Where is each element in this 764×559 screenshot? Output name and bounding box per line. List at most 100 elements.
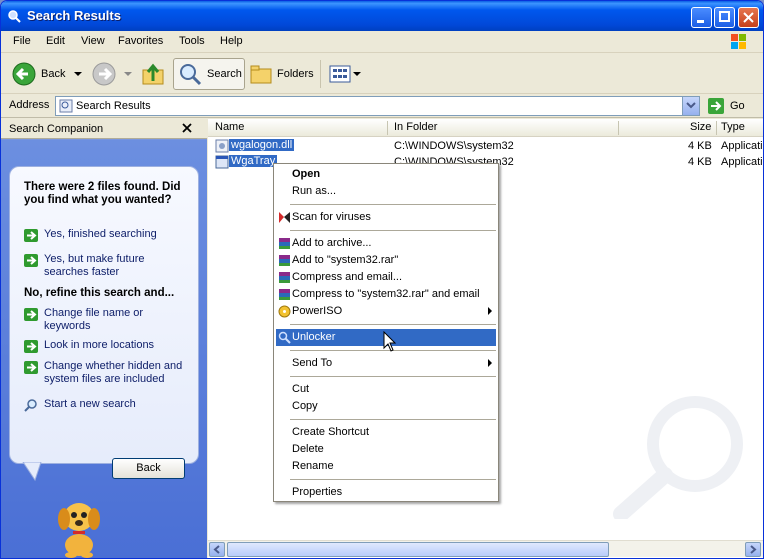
menu-item-rename[interactable]: Rename [276, 458, 496, 475]
file-type: Applicati [721, 140, 763, 152]
column-separator[interactable] [716, 121, 717, 135]
chevron-left-icon [213, 545, 220, 554]
bubble-tail [22, 462, 42, 482]
views-button[interactable] [328, 58, 362, 90]
menu-item-label: Unlocker [292, 331, 336, 343]
menu-file[interactable]: File [13, 35, 31, 47]
up-folder-button[interactable] [141, 58, 165, 90]
horizontal-scrollbar[interactable] [208, 540, 763, 557]
menu-favorites[interactable]: Favorites [118, 35, 163, 47]
menu-item-label: Delete [292, 443, 324, 455]
menu-item-label: Create Shortcut [292, 426, 370, 438]
maximize-button[interactable] [714, 7, 735, 28]
menu-tools[interactable]: Tools [179, 35, 205, 47]
menu-item-label: PowerISO [292, 305, 343, 317]
address-value: Search Results [76, 100, 151, 112]
menu-separator [290, 419, 496, 420]
menu-item-cut[interactable]: Cut [276, 381, 496, 398]
menu-item-add-rar[interactable]: Add to "system32.rar" [276, 252, 496, 269]
column-type[interactable]: Type [721, 121, 745, 133]
menu-edit[interactable]: Edit [46, 35, 65, 47]
menu-item-send-to[interactable]: Send To [276, 355, 496, 372]
close-icon [743, 12, 754, 23]
menu-item-run-as[interactable]: Run as... [276, 183, 496, 200]
companion-body: There were 2 files found. Did you find w… [1, 140, 207, 558]
menu-separator [290, 324, 496, 325]
unlocker-icon [278, 331, 291, 344]
menu-item-compress-email[interactable]: Compress and email... [276, 269, 496, 286]
folders-button[interactable]: Folders [249, 58, 314, 90]
menu-bar: File Edit View Favorites Tools Help [1, 31, 763, 53]
address-field[interactable]: Search Results [55, 96, 700, 116]
chevron-down-icon[interactable] [71, 69, 85, 79]
forward-button[interactable] [91, 58, 135, 90]
column-separator[interactable] [618, 121, 619, 135]
option-finished-searching[interactable]: Yes, finished searching [24, 228, 189, 242]
submenu-arrow-icon [488, 359, 492, 367]
green-arrow-icon [24, 229, 38, 242]
menu-item-compress-rar-email[interactable]: Compress to "system32.rar" and email [276, 286, 496, 303]
forward-arrow-icon [92, 62, 116, 86]
option-more-locations[interactable]: Look in more locations [24, 339, 189, 353]
menu-item-properties[interactable]: Properties [276, 484, 496, 501]
explorer-window: Search Results File Edit View Favorites … [0, 0, 764, 559]
address-dropdown-button[interactable] [682, 97, 699, 115]
menu-item-add-archive[interactable]: Add to archive... [276, 235, 496, 252]
title-bar[interactable]: Search Results [1, 1, 763, 31]
search-button[interactable]: Search [173, 58, 245, 90]
column-size[interactable]: Size [690, 121, 711, 133]
menu-separator [290, 204, 496, 205]
winrar-icon [279, 289, 290, 300]
option-change-filename[interactable]: Change file name or keywords [24, 307, 189, 333]
address-bar: Address Search Results Go [1, 95, 763, 118]
menu-item-label: Copy [292, 400, 318, 412]
file-name: wgalogon.dll [229, 139, 295, 151]
menu-item-create-shortcut[interactable]: Create Shortcut [276, 424, 496, 441]
companion-header: Search Companion [1, 119, 207, 139]
green-arrow-icon [24, 340, 38, 353]
column-in-folder[interactable]: In Folder [394, 121, 437, 133]
menu-item-label: Cut [292, 383, 310, 395]
up-folder-icon [142, 63, 164, 85]
close-icon[interactable] [181, 122, 193, 134]
option-hidden-files[interactable]: Change whether hidden and system files a… [24, 360, 189, 386]
close-button[interactable] [738, 7, 759, 28]
scroll-right-button[interactable] [745, 542, 761, 557]
menu-item-poweriso[interactable]: PowerISO [276, 303, 496, 320]
back-button[interactable]: Back [11, 58, 85, 90]
search-icon [180, 64, 202, 86]
menu-separator [290, 230, 496, 231]
folders-icon [250, 65, 272, 84]
menu-item-open[interactable]: Open [276, 166, 496, 183]
file-size: 4 KB [688, 156, 712, 168]
exe-file-icon [215, 155, 229, 169]
menu-item-label: Scan for viruses [292, 211, 371, 223]
menu-item-label: Run as... [292, 185, 337, 197]
table-row[interactable]: wgalogon.dll C:\WINDOWS\system32 4 KB Ap… [208, 138, 763, 154]
menu-item-label: Send To [292, 357, 333, 369]
option-faster-searches[interactable]: Yes, but make future searches faster [24, 253, 189, 279]
companion-back-button[interactable]: Back [112, 458, 185, 479]
column-separator[interactable] [387, 121, 388, 135]
scroll-left-button[interactable] [209, 542, 225, 557]
menu-item-delete[interactable]: Delete [276, 441, 496, 458]
search-companion-pane: Search Companion There were 2 files foun… [1, 119, 207, 558]
scroll-thumb[interactable] [227, 542, 609, 557]
menu-item-scan-viruses[interactable]: Scan for viruses [276, 209, 496, 226]
menu-view[interactable]: View [81, 35, 105, 47]
magnifier-icon [24, 399, 37, 412]
winrar-icon [279, 255, 290, 266]
menu-item-copy[interactable]: Copy [276, 398, 496, 415]
menu-item-label: Properties [292, 486, 343, 498]
chevron-down-icon[interactable] [352, 69, 362, 79]
go-button[interactable]: Go [707, 97, 745, 115]
menu-help[interactable]: Help [220, 35, 243, 47]
chevron-down-icon[interactable] [121, 69, 135, 79]
menu-separator [290, 376, 496, 377]
minimize-button[interactable] [691, 7, 712, 28]
menu-item-label: Add to "system32.rar" [292, 254, 399, 266]
poweriso-icon [278, 305, 291, 318]
option-new-search[interactable]: Start a new search [24, 398, 189, 412]
green-arrow-icon [24, 308, 38, 321]
column-name[interactable]: Name [215, 121, 244, 133]
